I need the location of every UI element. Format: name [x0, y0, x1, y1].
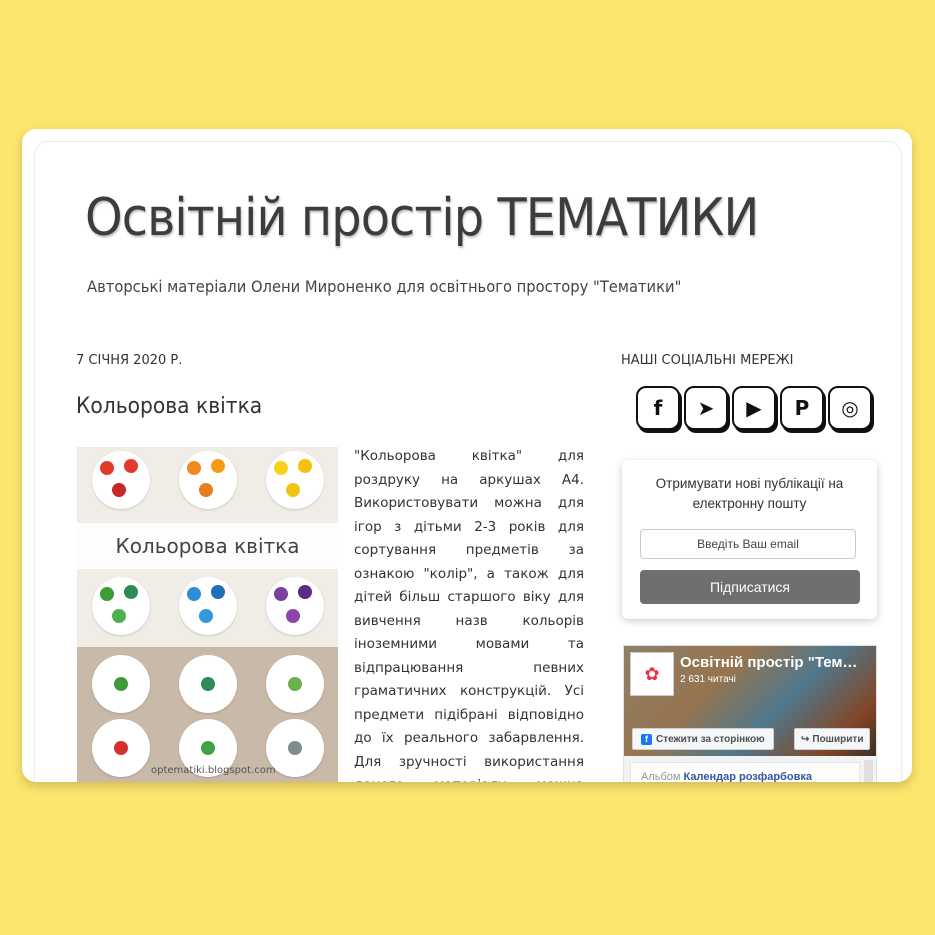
image-middle-row: [77, 577, 338, 635]
pinterest-icon[interactable]: P: [780, 386, 824, 430]
blog-title[interactable]: Освітній простір ТЕМАТИКИ: [85, 188, 759, 248]
post-body: "Кольорова квітка" для роздруку на аркуш…: [354, 448, 584, 782]
post-title[interactable]: Кольорова квітка: [76, 394, 262, 419]
image-top-row: [77, 451, 338, 509]
telegram-icon[interactable]: ➤: [684, 386, 728, 430]
facebook-follow-button[interactable]: f Стежити за сторінкою: [632, 728, 774, 750]
page-card: Освітній простір ТЕМАТИКИ Авторські мате…: [22, 129, 912, 782]
facebook-icon[interactable]: f: [636, 386, 680, 430]
email-subscribe-box: Отримувати нові публікації на електронну…: [622, 460, 877, 619]
blog-description: Авторські матеріали Олени Мироненко для …: [87, 277, 682, 296]
instagram-icon[interactable]: ◎: [828, 386, 872, 430]
email-field[interactable]: [640, 529, 856, 559]
share-label: Поширити: [812, 733, 864, 745]
social-links: f ➤ ▶ P ◎: [636, 386, 872, 430]
post-image[interactable]: Кольорова квітка optematiki.blogspot.com: [77, 447, 338, 782]
social-heading: Наші соціальні мережі: [621, 353, 794, 368]
facebook-page-widget: ✿ Освітній простір "Тематики" 2 631 чита…: [623, 645, 877, 782]
follow-label: Стежити за сторінкою: [656, 733, 765, 745]
image-bottom-photo: [77, 647, 338, 782]
facebook-album-line: Альбом Календар розфарбовка: [641, 771, 812, 782]
subscribe-text: Отримувати нові публікації на електронну…: [655, 476, 844, 511]
album-link[interactable]: Календар розфарбовка: [684, 771, 812, 782]
feed-scrollbar[interactable]: [864, 760, 873, 782]
share-icon: ↪: [801, 733, 810, 745]
image-banner: Кольорова квітка: [77, 523, 338, 569]
facebook-post: Альбом Календар розфарбовка: [630, 762, 860, 782]
facebook-page-name[interactable]: Освітній простір "Тематики": [680, 654, 860, 671]
image-watermark: optematiki.blogspot.com: [151, 765, 276, 776]
facebook-share-button[interactable]: ↪ Поширити: [794, 728, 871, 750]
facebook-followers: 2 631 читачі: [680, 674, 736, 685]
post-date: 7 січня 2020 р.: [76, 353, 183, 368]
blog-container: Освітній простір ТЕМАТИКИ Авторські мате…: [34, 141, 902, 782]
facebook-page-logo[interactable]: ✿: [630, 652, 674, 696]
youtube-icon[interactable]: ▶: [732, 386, 776, 430]
subscribe-button[interactable]: Підписатися: [640, 570, 860, 604]
facebook-icon: f: [641, 733, 652, 745]
facebook-feed: Альбом Календар розфарбовка: [624, 756, 876, 782]
